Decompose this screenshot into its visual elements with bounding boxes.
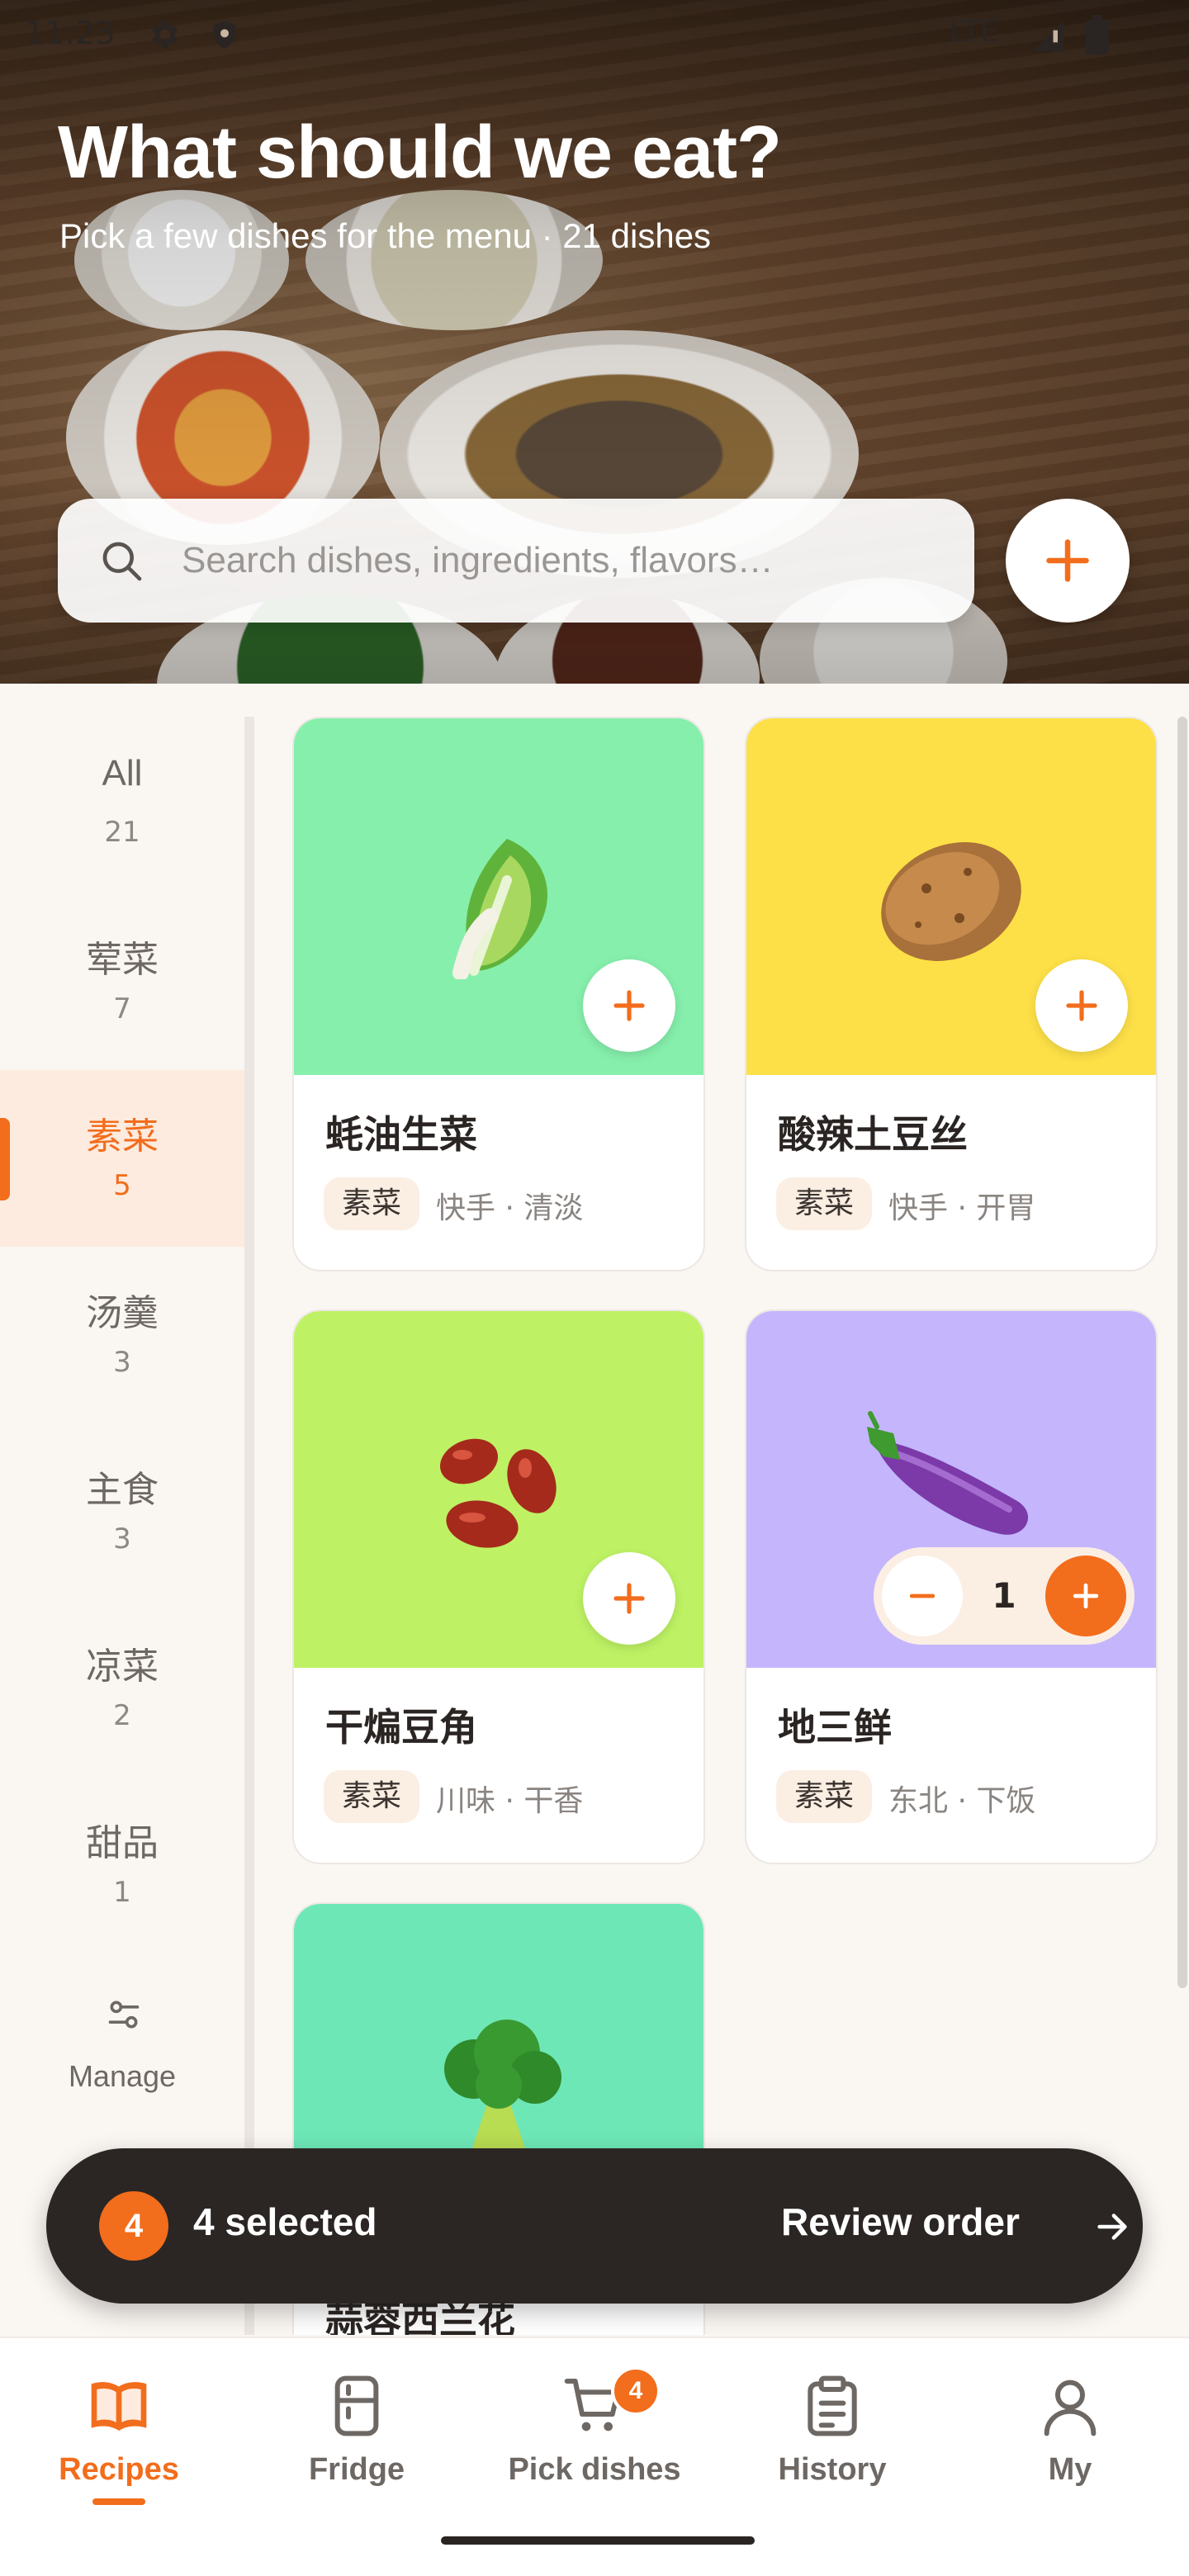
- search-icon: [102, 542, 142, 581]
- manage-label: Manage: [68, 2059, 177, 2093]
- plus-icon: [613, 990, 645, 1021]
- increase-quantity-button[interactable]: [1045, 1556, 1126, 1636]
- category-soup[interactable]: 汤羹 3: [0, 1247, 244, 1423]
- selection-count-label: 4 selected: [193, 2200, 377, 2243]
- active-tab-indicator: [92, 2498, 145, 2505]
- page-title: What should we eat?: [58, 111, 782, 194]
- plus-icon: [613, 1583, 645, 1614]
- dish-meta: 快手 · 清淡: [436, 1191, 584, 1225]
- quantity-stepper: 1: [874, 1547, 1135, 1645]
- dish-meta: 快手 · 开胃: [888, 1191, 1036, 1225]
- dish-grid: 蚝油生菜 素菜 快手 · 清淡 酸辣土豆丝 素菜 快手 · 开胃 干煸豆角 素菜…: [256, 717, 1174, 2335]
- tab-label: My: [1048, 2452, 1092, 2487]
- page-subtitle: Pick a few dishes for the menu · 21 dish…: [59, 216, 712, 255]
- dish-card[interactable]: 蚝油生菜 素菜 快手 · 清淡: [292, 717, 705, 1271]
- dish-category-tag: 素菜: [776, 1177, 873, 1230]
- signal-icon: [1033, 21, 1064, 52]
- cart-count-badge: 4: [611, 2366, 661, 2416]
- dish-card[interactable]: 干煸豆角 素菜 川味 · 干香: [292, 1309, 705, 1864]
- dish-card[interactable]: 酸辣土豆丝 素菜 快手 · 开胃: [745, 717, 1158, 1271]
- dish-name: 干煸豆角: [325, 1705, 477, 1750]
- shield-icon: [213, 21, 236, 49]
- tab-recipes[interactable]: Recipes: [0, 2338, 238, 2536]
- category-count: 21: [104, 816, 140, 849]
- manage-categories-button[interactable]: Manage: [0, 1990, 244, 2114]
- tab-my[interactable]: My: [951, 2338, 1189, 2536]
- fridge-icon: [334, 2375, 379, 2436]
- dish-name: 酸辣土豆丝: [778, 1112, 968, 1157]
- grid-scrollbar[interactable]: [1177, 717, 1187, 1988]
- quantity-value: 1: [992, 1575, 1016, 1616]
- home-indicator[interactable]: [441, 2536, 755, 2545]
- category-name: 荤菜: [86, 939, 159, 981]
- potato-icon: [881, 842, 1021, 961]
- dish-meta: 东北 · 下饭: [888, 1784, 1036, 1818]
- tab-label: Pick dishes: [508, 2452, 681, 2487]
- category-name: 凉菜: [86, 1646, 159, 1688]
- category-all[interactable]: All 21: [0, 717, 244, 893]
- tab-label: History: [778, 2452, 887, 2487]
- category-count: 3: [113, 1346, 131, 1379]
- category-count: 5: [113, 1169, 131, 1202]
- plus-icon: [1073, 1583, 1099, 1609]
- dish-name: 蚝油生菜: [325, 1112, 477, 1157]
- search-bar[interactable]: [58, 499, 974, 623]
- category-name: 主食: [86, 1469, 159, 1511]
- arrow-right-icon: [1097, 2214, 1127, 2240]
- network-label: LTE: [950, 15, 999, 49]
- plus-icon: [1066, 990, 1097, 1021]
- search-input[interactable]: [182, 523, 925, 598]
- dish-category-tag: 素菜: [324, 1177, 420, 1230]
- add-to-menu-button[interactable]: [1035, 959, 1128, 1052]
- dish-meta: 川味 · 干香: [436, 1784, 584, 1818]
- dish-name: 地三鲜: [778, 1705, 892, 1750]
- tab-fridge[interactable]: Fridge: [238, 2338, 476, 2536]
- category-name: 素菜: [86, 1115, 159, 1158]
- book-icon: [91, 2382, 147, 2431]
- dish-category-tag: 素菜: [776, 1770, 873, 1823]
- category-count: 3: [113, 1522, 131, 1556]
- category-meat[interactable]: 荤菜 7: [0, 893, 244, 1070]
- status-time: 11:23: [25, 15, 116, 51]
- category-name: 甜品: [86, 1822, 159, 1864]
- category-count: 2: [113, 1699, 131, 1732]
- gear-icon: [152, 21, 178, 49]
- beans-icon: [440, 1438, 557, 1548]
- sidebar-divider: [244, 717, 254, 2335]
- lettuce-icon: [452, 839, 547, 979]
- battery-icon: [1086, 15, 1109, 54]
- decrease-quantity-button[interactable]: [882, 1556, 963, 1636]
- add-dish-button[interactable]: [1006, 499, 1130, 623]
- eggplant-icon: [867, 1411, 1029, 1535]
- category-staple[interactable]: 主食 3: [0, 1423, 244, 1600]
- broccoli-icon: [444, 2020, 561, 2168]
- person-icon: [1044, 2379, 1097, 2436]
- selection-count-badge: 4: [99, 2191, 168, 2261]
- category-count: 7: [113, 992, 131, 1025]
- status-bar: 11:23 LTE: [0, 0, 1189, 69]
- tab-history[interactable]: History: [713, 2338, 951, 2536]
- selection-bar[interactable]: 4 4 selected Review order: [46, 2148, 1143, 2304]
- category-cold-dish[interactable]: 凉菜 2: [0, 1600, 244, 1777]
- dish-category-tag: 素菜: [324, 1770, 420, 1823]
- sliders-icon: [108, 2001, 140, 2029]
- review-order-button[interactable]: Review order: [781, 2200, 1020, 2244]
- dish-card[interactable]: 1 地三鲜 素菜 东北 · 下饭: [745, 1309, 1158, 1864]
- tab-label: Recipes: [59, 2452, 179, 2487]
- category-name: All: [102, 753, 143, 793]
- category-name: 汤羹: [86, 1292, 159, 1334]
- add-to-menu-button[interactable]: [583, 959, 675, 1052]
- category-count: 1: [113, 1876, 131, 1909]
- add-to-menu-button[interactable]: [583, 1552, 675, 1645]
- tab-label: Fridge: [308, 2452, 405, 2487]
- category-dessert[interactable]: 甜品 1: [0, 1777, 244, 1953]
- clipboard-icon: [808, 2375, 857, 2436]
- category-vegetable[interactable]: 素菜 5: [0, 1070, 244, 1247]
- tab-pick-dishes[interactable]: 4 Pick dishes: [476, 2338, 713, 2536]
- minus-icon: [909, 1593, 936, 1598]
- plus-icon: [1046, 539, 1089, 582]
